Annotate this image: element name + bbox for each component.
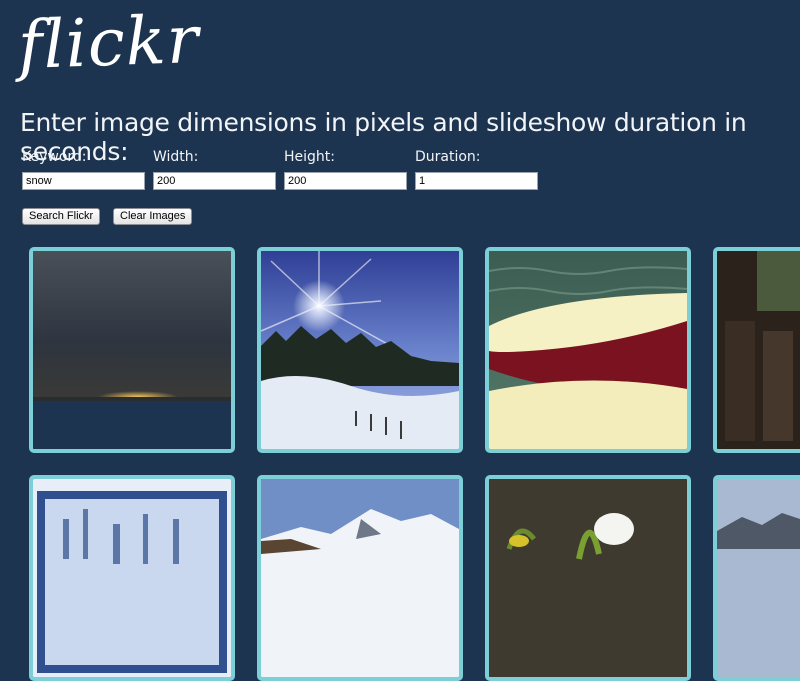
image-tile[interactable] <box>485 247 691 453</box>
width-field: Width: <box>153 149 278 190</box>
keyword-label: Keyword: <box>22 149 87 165</box>
width-input[interactable] <box>153 172 276 190</box>
keyword-field: Keyword: <box>22 149 147 190</box>
search-flickr-button[interactable]: Search Flickr <box>22 208 101 225</box>
duration-field: Duration: <box>415 149 540 190</box>
height-field: Height: <box>284 149 409 190</box>
frosted-trees-image <box>33 479 231 677</box>
image-tile[interactable] <box>713 475 800 681</box>
height-label: Height: <box>284 149 335 165</box>
image-tile[interactable] <box>485 475 691 681</box>
keyword-input[interactable] <box>22 172 145 190</box>
clear-images-button[interactable]: Clear Images <box>113 208 193 225</box>
image-tile[interactable] <box>29 475 235 681</box>
snowy-boat-image <box>489 251 687 449</box>
snowdrop-flower-image <box>489 479 687 677</box>
image-tile[interactable] <box>257 247 463 453</box>
snowy-mountain-image <box>261 479 459 677</box>
image-tile[interactable] <box>29 247 235 453</box>
flickr-logo: flickr <box>16 0 201 85</box>
image-tile[interactable] <box>713 247 800 453</box>
mountain-lake-image <box>717 479 800 677</box>
cloudy-sunset-image <box>33 251 231 449</box>
dark-shed-image <box>717 251 800 449</box>
sunburst-snow-image <box>261 251 459 449</box>
image-tile[interactable] <box>257 475 463 681</box>
height-input[interactable] <box>284 172 407 190</box>
duration-input[interactable] <box>415 172 538 190</box>
duration-label: Duration: <box>415 149 481 165</box>
width-label: Width: <box>153 149 199 165</box>
